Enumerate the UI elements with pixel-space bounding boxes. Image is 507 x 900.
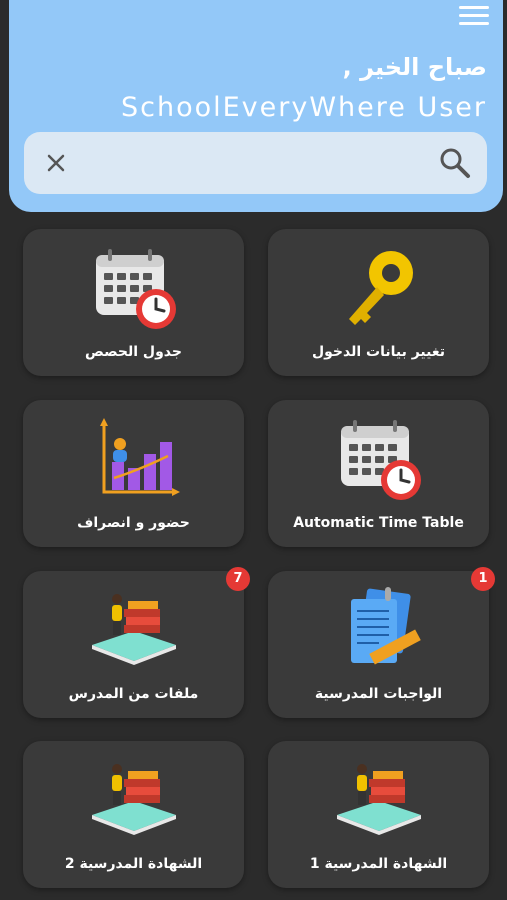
card-label: جدول الحصص [85, 344, 182, 360]
documents-ruler-icon [329, 583, 429, 678]
greeting-text: صباح الخير , [342, 53, 487, 81]
search-icon[interactable] [437, 145, 473, 181]
books-teacher-icon [84, 583, 184, 678]
card-label: Automatic Time Table [293, 515, 464, 531]
card-label: الواجبات المدرسية [314, 686, 443, 702]
search-input[interactable] [88, 144, 428, 182]
header: صباح الخير , SchoolEveryWhere User [9, 0, 503, 212]
card-automatic-timetable[interactable]: Automatic Time Table [268, 400, 489, 547]
card-certificate-2[interactable]: الشهادة المدرسية 2 [23, 741, 244, 888]
calendar-clock-icon [84, 241, 184, 336]
card-label: ملفات من المدرس [68, 686, 199, 702]
books-teacher-icon [329, 753, 429, 848]
books-teacher-icon [84, 753, 184, 848]
card-label: حضور و انصراف [77, 515, 190, 531]
card-certificate-1[interactable]: الشهادة المدرسية 1 [268, 741, 489, 888]
menu-icon[interactable] [459, 6, 489, 32]
calendar-clock-icon [329, 412, 429, 507]
card-homework[interactable]: 1 الواجبات المدرسية [268, 567, 495, 718]
close-icon[interactable] [42, 149, 70, 177]
key-icon [329, 241, 429, 336]
card-class-schedule[interactable]: جدول الحصص [23, 229, 244, 376]
search-bar [24, 132, 487, 194]
notification-badge: 1 [471, 567, 495, 591]
username-text: SchoolEveryWhere User [120, 92, 487, 123]
card-attendance[interactable]: حضور و انصراف [23, 400, 244, 547]
card-change-login[interactable]: تغيير بيانات الدخول [268, 229, 489, 376]
card-teacher-files[interactable]: 7 ملفات من المدرس [23, 567, 250, 718]
bar-chart-person-icon [84, 412, 184, 507]
card-label: تغيير بيانات الدخول [311, 344, 445, 360]
card-label: الشهادة المدرسية 1 [309, 856, 448, 872]
card-label: الشهادة المدرسية 2 [64, 856, 203, 872]
notification-badge: 7 [226, 567, 250, 591]
